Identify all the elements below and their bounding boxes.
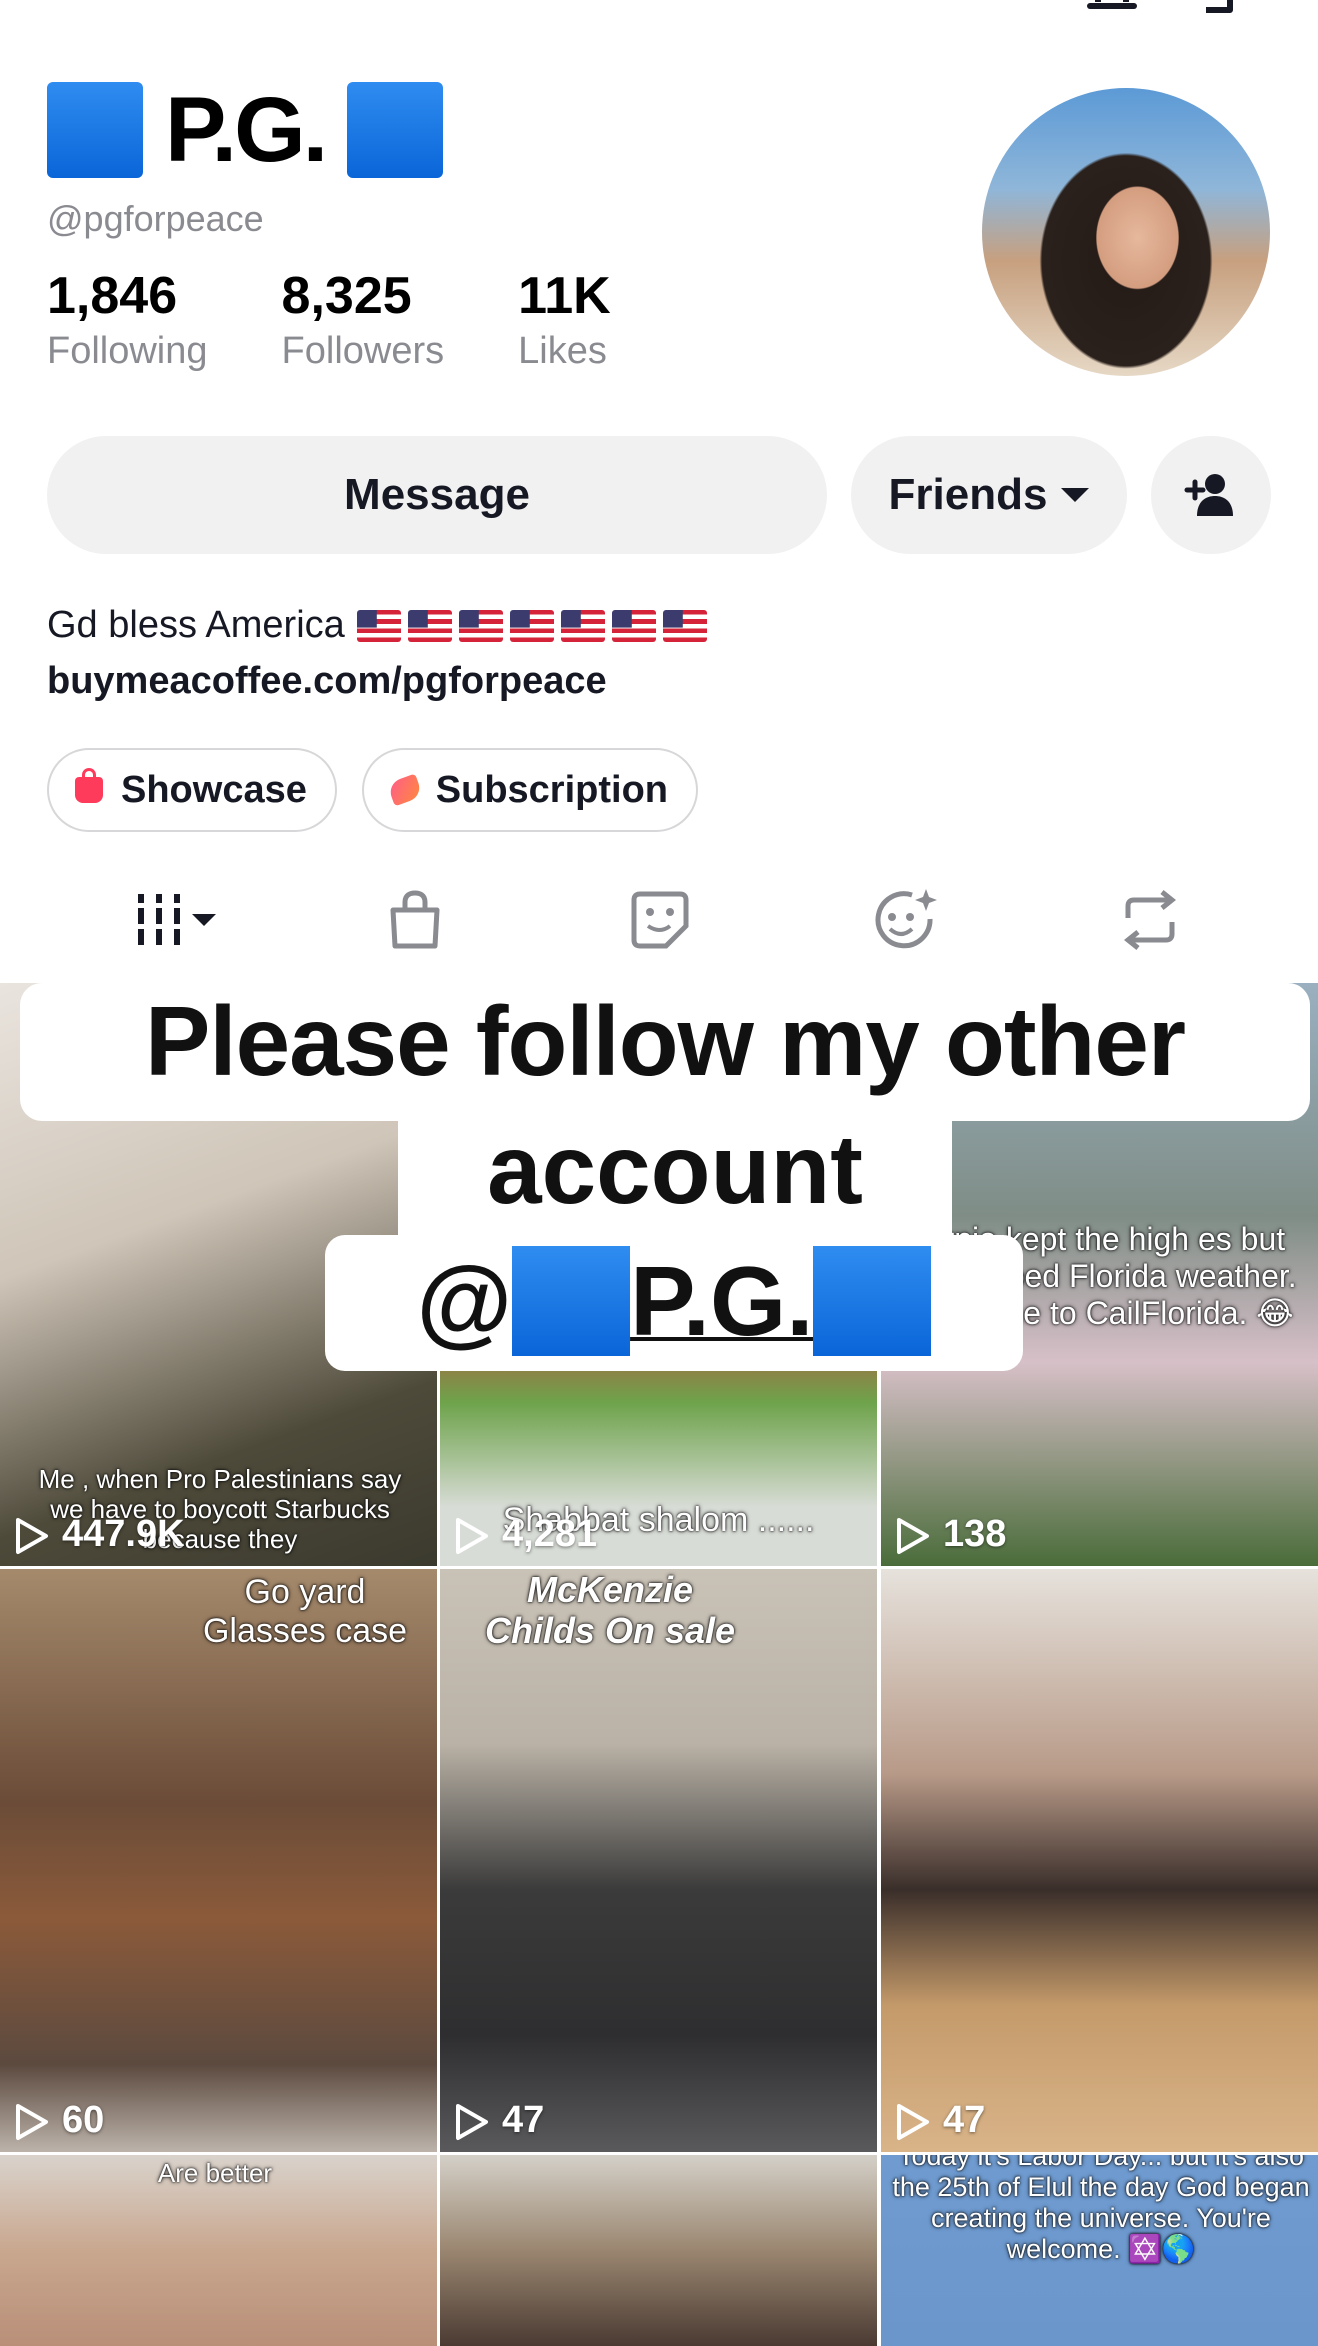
friends-button[interactable]: Friends [851,436,1127,554]
shopping-bag-icon [75,768,103,803]
repost-icon [1123,890,1177,950]
video-views: 60 [16,2099,104,2142]
us-flag-icon [407,609,452,642]
bio-link[interactable]: buymeacoffee.com/pgforpeace [47,660,607,703]
username-handle: @pgforpeace [47,198,264,239]
us-flag-emojis [356,609,714,642]
stat-likes[interactable]: 11K Likes [518,270,611,373]
view-count: 60 [62,2099,105,2141]
play-icon [456,2103,488,2140]
play-icon [456,1517,488,1554]
video-thumbnail[interactable] [440,2155,877,2346]
view-count: 4,281 [502,1513,598,1555]
showcase-button[interactable]: Showcase [47,748,337,832]
video-thumbnail[interactable]: 47 [881,1569,1318,2152]
view-count: 47 [502,2099,545,2141]
video-thumbnail[interactable]: Are better [0,2155,437,2346]
profile-tabs [0,880,1318,960]
stat-label: Likes [518,330,607,372]
stat-following[interactable]: 1,846 Following [47,270,208,373]
sparkle-face-icon [875,889,937,949]
view-count: 447.9K [62,1513,185,1555]
tab-reposts-sticker[interactable] [620,880,700,960]
notification-bell-icon[interactable] [1084,0,1140,21]
grid-icon [138,894,216,945]
caret-down-icon [1061,488,1090,502]
video-thumbnail[interactable]: McKenzie Childs On sale 47 [440,1569,877,2152]
message-button[interactable]: Message [47,436,827,554]
video-thumbnail[interactable]: Me , when Pro Palestinians say we have t… [0,983,437,1566]
video-views: 47 [456,2099,544,2142]
tab-favorites[interactable] [865,880,945,960]
play-icon [897,2103,929,2140]
sticker-face-icon [631,891,689,949]
video-caption: McKenzie Childs On sale [484,1569,736,1652]
stat-value: 11K [518,267,611,325]
tab-shop[interactable] [375,880,455,960]
video-thumbnail[interactable]: Today it's Labor Day... but it's also th… [881,2155,1318,2346]
video-thumbnail[interactable]: Go yard Glasses case 60 [0,1569,437,2152]
share-icon[interactable] [1200,0,1264,25]
play-icon [16,2103,48,2140]
us-flag-icon [458,609,503,642]
video-views: 47 [897,2099,985,2142]
stat-value: 8,325 [281,267,412,325]
add-friend-button[interactable] [1151,436,1271,554]
blue-square-emoji-icon [47,82,143,178]
subscription-label: Subscription [435,768,668,811]
friends-button-label: Friends [888,470,1048,519]
showcase-label: Showcase [121,768,307,811]
shopping-bag-icon [390,890,440,949]
video-caption: Today it's Labor Day... but it's also th… [892,2155,1310,2265]
play-icon [897,1517,929,1554]
tab-reposts[interactable] [1110,880,1190,960]
play-icon [16,1517,48,1554]
bio: Gd bless America [47,604,714,647]
video-views: 138 [897,1513,1006,1556]
subscription-icon [386,773,423,807]
video-views: 4,281 [456,1513,597,1556]
video-caption: fornia kept the high es but subscribed F… [905,1221,1297,1331]
blue-square-emoji-icon [347,82,444,178]
video-thumbnail[interactable]: Shabbat shalom ...... 4,281 [440,983,877,1566]
video-views: 447.9K [16,1513,185,1556]
view-count: 47 [943,2099,986,2141]
us-flag-icon [560,609,605,642]
add-user-icon [1184,474,1233,516]
video-thumbnail[interactable]: fornia kept the high es but subscribed F… [881,983,1318,1566]
display-name: P.G. [165,78,328,181]
message-button-label: Message [344,470,530,519]
stat-label: Followers [281,330,445,372]
profile-stats: 1,846 Following 8,325 Followers 11K Like… [47,270,685,373]
us-flag-icon [662,609,707,642]
stat-followers[interactable]: 8,325 Followers [282,270,445,373]
stat-value: 1,846 [47,267,178,325]
tab-videos[interactable] [120,880,230,960]
video-caption: Are better [157,2158,273,2188]
profile-name: P.G. [47,78,444,181]
bio-text: Gd bless America [47,604,345,646]
us-flag-icon [611,609,656,642]
us-flag-icon [509,609,554,642]
avatar[interactable] [982,88,1270,376]
back-icon[interactable] [62,0,102,21]
stat-label: Following [47,330,208,372]
us-flag-icon [356,609,401,642]
video-caption: Go yard Glasses case [202,1573,408,1651]
view-count: 138 [943,1513,1007,1555]
subscription-button[interactable]: Subscription [362,748,698,832]
